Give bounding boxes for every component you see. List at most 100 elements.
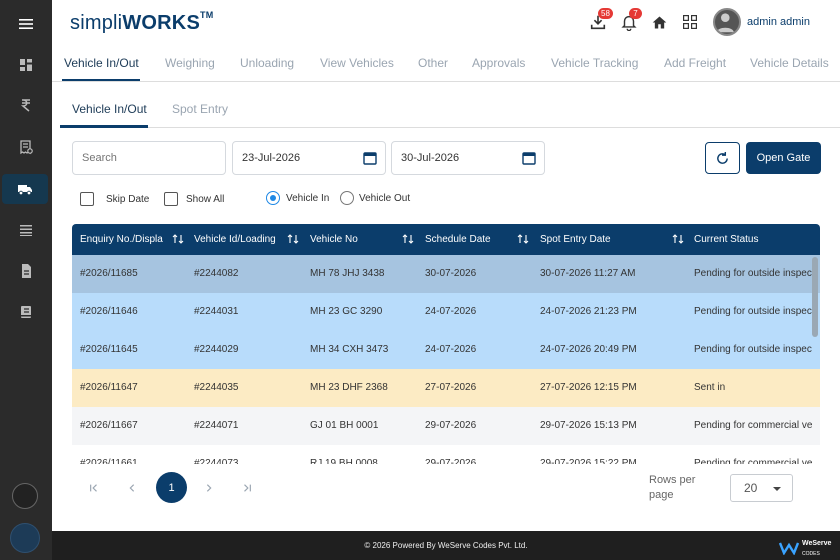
apps-button[interactable] bbox=[680, 12, 700, 32]
table-cell: 24-07-2026 bbox=[425, 306, 477, 317]
table-row[interactable]: #2026/11647 #2244035 MH 23 DHF 2368 27-07-2… bbox=[72, 369, 820, 407]
notification-button[interactable]: 7 bbox=[619, 8, 642, 32]
table-cell: 29-07-2026 15:22 PM bbox=[540, 458, 637, 464]
rows-per-page-select[interactable]: 20 bbox=[730, 474, 793, 502]
column-header-vehicle-no[interactable]: Vehicle No bbox=[310, 234, 400, 245]
app-logo[interactable]: simpliWORKSTM bbox=[70, 10, 213, 35]
sort-icon[interactable] bbox=[402, 233, 414, 245]
table-cell: 30-07-2026 11:27 AM bbox=[540, 268, 636, 279]
table-cell: 30-07-2026 bbox=[425, 268, 477, 279]
ledger-icon[interactable] bbox=[0, 297, 52, 327]
tab-add-freight[interactable]: Add Freight bbox=[664, 56, 726, 70]
document-icon[interactable] bbox=[0, 256, 52, 286]
table-cell: #2244031 bbox=[194, 306, 239, 317]
last-page-button[interactable] bbox=[237, 478, 257, 498]
main-tabs: Vehicle In/Out Weighing Unloading View V… bbox=[52, 46, 840, 82]
sub-tabs: Vehicle In/Out Spot Entry bbox=[60, 96, 840, 128]
home-icon bbox=[652, 16, 666, 28]
vehicle-in-radio[interactable] bbox=[266, 191, 280, 205]
calendar-icon[interactable] bbox=[522, 151, 536, 165]
table-row[interactable]: #2026/11685 #2244082 MH 78 JHJ 3438 30-07-2… bbox=[72, 255, 820, 293]
tab-vehicle-tracking[interactable]: Vehicle Tracking bbox=[551, 56, 638, 70]
table-scrollbar[interactable] bbox=[812, 257, 818, 337]
active-tab-indicator bbox=[62, 79, 140, 81]
table-cell: 29-07-2026 15:13 PM bbox=[540, 420, 637, 431]
tab-unloading[interactable]: Unloading bbox=[240, 56, 294, 70]
footer-copyright: © 2026 Powered By WeServe Codes Pvt. Ltd… bbox=[364, 541, 528, 550]
truck-icon[interactable] bbox=[2, 174, 48, 204]
table-cell: GJ 01 BH 0001 bbox=[310, 420, 379, 431]
tab-vehicle-in-out[interactable]: Vehicle In/Out bbox=[64, 56, 139, 70]
table-row[interactable]: #2026/11646 #2244031 MH 23 GC 3290 24-07-20… bbox=[72, 293, 820, 331]
vehicle-in-label: Vehicle In bbox=[286, 193, 330, 204]
profile-icon[interactable] bbox=[12, 483, 38, 509]
tab-view-vehicles[interactable]: View Vehicles bbox=[320, 56, 394, 70]
avatar[interactable] bbox=[713, 8, 741, 36]
table-cell: Pending for outside inspec bbox=[694, 268, 812, 279]
home-button[interactable] bbox=[649, 12, 669, 32]
from-date-field[interactable]: 23-Jul-2026 bbox=[232, 141, 386, 175]
table-cell: #2244073 bbox=[194, 458, 239, 464]
user-name[interactable]: admin admin bbox=[747, 16, 810, 28]
next-page-button[interactable] bbox=[199, 478, 219, 498]
column-header-schedule-date[interactable]: Schedule Date bbox=[425, 234, 515, 245]
table-row[interactable]: #2026/11661 #2244073 RJ 19 BH 0008 29-07-20… bbox=[72, 445, 820, 464]
grid-icon bbox=[683, 15, 697, 29]
table-row[interactable]: #2026/11667 #2244071 GJ 01 BH 0001 29-07-20… bbox=[72, 407, 820, 445]
table-cell: MH 78 JHJ 3438 bbox=[310, 268, 385, 279]
subtab-vehicle-in-out[interactable]: Vehicle In/Out bbox=[72, 102, 147, 116]
table-cell: #2244035 bbox=[194, 382, 239, 393]
refresh-icon bbox=[717, 151, 728, 164]
tab-other[interactable]: Other bbox=[418, 56, 448, 70]
table-cell: #2026/11647 bbox=[80, 382, 138, 393]
current-page-button[interactable]: 1 bbox=[156, 472, 187, 503]
table-header: Enquiry No./Displa Vehicle Id/Loading Ve… bbox=[72, 224, 820, 255]
vehicle-table: Enquiry No./Displa Vehicle Id/Loading Ve… bbox=[72, 224, 820, 464]
table-row[interactable]: #2026/11645 #2244029 MH 34 CXH 3473 24-07-2… bbox=[72, 331, 820, 369]
table-cell: RJ 19 BH 0008 bbox=[310, 458, 378, 464]
table-cell: MH 23 DHF 2368 bbox=[310, 382, 388, 393]
table-cell: MH 23 GC 3290 bbox=[310, 306, 383, 317]
column-header-current-status[interactable]: Current Status bbox=[694, 234, 814, 245]
rupee-icon[interactable] bbox=[0, 90, 52, 120]
menu-icon[interactable] bbox=[0, 9, 52, 39]
tab-approvals[interactable]: Approvals bbox=[472, 56, 525, 70]
column-header-vehicle-id[interactable]: Vehicle Id/Loading bbox=[194, 234, 284, 245]
dashboard-icon[interactable] bbox=[0, 50, 52, 80]
footer-brand-logo: WeServe CODES bbox=[779, 537, 831, 558]
table-cell: #2026/11646 bbox=[80, 306, 138, 317]
skip-date-label: Skip Date bbox=[106, 194, 150, 205]
download-button[interactable]: 58 bbox=[588, 8, 613, 32]
search-input[interactable] bbox=[72, 141, 226, 175]
show-all-checkbox[interactable] bbox=[164, 192, 178, 206]
prev-page-button[interactable] bbox=[122, 478, 142, 498]
sort-icon[interactable] bbox=[517, 233, 529, 245]
table-cell: Pending for commercial ve bbox=[694, 458, 813, 464]
receipt-icon[interactable] bbox=[0, 132, 52, 162]
list-icon[interactable] bbox=[0, 215, 52, 245]
header: simpliWORKSTM 58 7 admin admin bbox=[52, 0, 840, 46]
column-header-spot-entry-date[interactable]: Spot Entry Date bbox=[540, 234, 660, 245]
sort-icon[interactable] bbox=[672, 233, 684, 245]
table-cell: 24-07-2026 21:23 PM bbox=[540, 306, 637, 317]
refresh-button[interactable] bbox=[705, 142, 740, 174]
table-cell: MH 34 CXH 3473 bbox=[310, 344, 389, 355]
skip-date-checkbox[interactable] bbox=[80, 192, 94, 206]
help-icon[interactable] bbox=[10, 523, 40, 553]
active-subtab-indicator bbox=[60, 125, 148, 128]
tab-vehicle-details[interactable]: Vehicle Details bbox=[750, 56, 829, 70]
from-date-value: 23-Jul-2026 bbox=[242, 152, 301, 164]
open-gate-button[interactable]: Open Gate bbox=[746, 142, 821, 174]
subtab-spot-entry[interactable]: Spot Entry bbox=[172, 102, 228, 116]
to-date-field[interactable]: 30-Jul-2026 bbox=[391, 141, 545, 175]
sidebar bbox=[0, 0, 52, 560]
sort-icon[interactable] bbox=[287, 233, 299, 245]
sort-icon[interactable] bbox=[172, 233, 184, 245]
calendar-icon[interactable] bbox=[363, 151, 377, 165]
table-cell: 24-07-2026 bbox=[425, 344, 477, 355]
tab-weighing[interactable]: Weighing bbox=[165, 56, 215, 70]
vehicle-out-radio[interactable] bbox=[340, 191, 354, 205]
column-header-enquiry[interactable]: Enquiry No./Displa bbox=[80, 234, 166, 245]
first-page-button[interactable] bbox=[84, 478, 104, 498]
table-cell: Pending for outside inspec bbox=[694, 306, 812, 317]
